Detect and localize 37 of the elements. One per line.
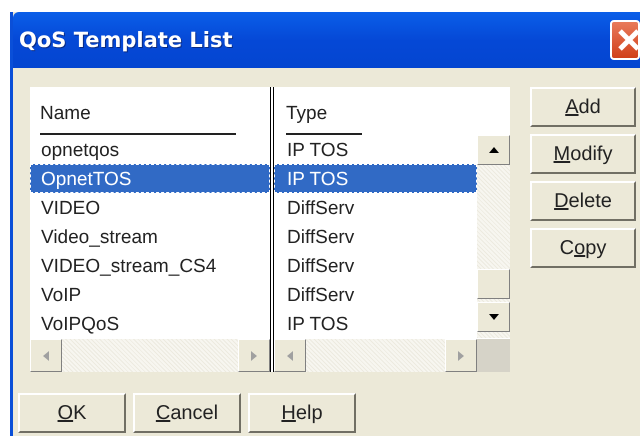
- table-cell[interactable]: OpnetTOS: [30, 164, 270, 193]
- table-cell[interactable]: VIDEO: [30, 193, 270, 222]
- table-cell[interactable]: VIDEO_stream_CS4: [30, 251, 270, 280]
- side-button[interactable]: Delete: [530, 181, 636, 221]
- table-cell[interactable]: DiffServ: [274, 222, 477, 251]
- side-button[interactable]: Modify: [530, 134, 636, 174]
- table-cell[interactable]: DiffServ: [274, 251, 477, 280]
- table-cell[interactable]: VoIP: [30, 280, 270, 309]
- close-button[interactable]: [610, 20, 640, 60]
- scroll-up-icon: [488, 145, 498, 155]
- table-cell[interactable]: opnetqos: [30, 135, 270, 164]
- table-cell[interactable]: Video_stream: [30, 222, 270, 251]
- table-cell[interactable]: DiffServ: [274, 280, 477, 309]
- vertical-scrollbar[interactable]: [477, 135, 510, 338]
- scroll-left-icon: [41, 350, 51, 360]
- close-icon: [617, 28, 638, 52]
- table-cell[interactable]: IP TOS: [274, 135, 477, 164]
- scroll-right-icon: [249, 350, 259, 360]
- dialog-button[interactable]: Cancel: [133, 393, 241, 433]
- column-header[interactable]: Type: [286, 103, 362, 135]
- scroll-thumb[interactable]: [477, 269, 510, 299]
- table-cell[interactable]: IP TOS: [274, 164, 477, 193]
- side-button[interactable]: Copy: [530, 228, 636, 268]
- scroll-right-icon: [456, 350, 466, 360]
- dialog-button[interactable]: OK: [18, 393, 126, 433]
- table-cell[interactable]: VoIPQoS: [30, 309, 270, 338]
- side-button[interactable]: Add: [530, 87, 636, 127]
- scroll-down-icon: [488, 312, 498, 322]
- table-cell[interactable]: IP TOS: [274, 309, 477, 338]
- window-title: QoS Template List: [19, 28, 232, 52]
- scrollbar-corner: [477, 339, 510, 372]
- dialog-button[interactable]: Help: [248, 393, 356, 433]
- horizontal-scrollbar[interactable]: [274, 339, 477, 372]
- table-cell[interactable]: DiffServ: [274, 193, 477, 222]
- column-header[interactable]: Name: [40, 103, 236, 135]
- horizontal-scrollbar[interactable]: [30, 339, 270, 372]
- scroll-left-icon: [285, 350, 295, 360]
